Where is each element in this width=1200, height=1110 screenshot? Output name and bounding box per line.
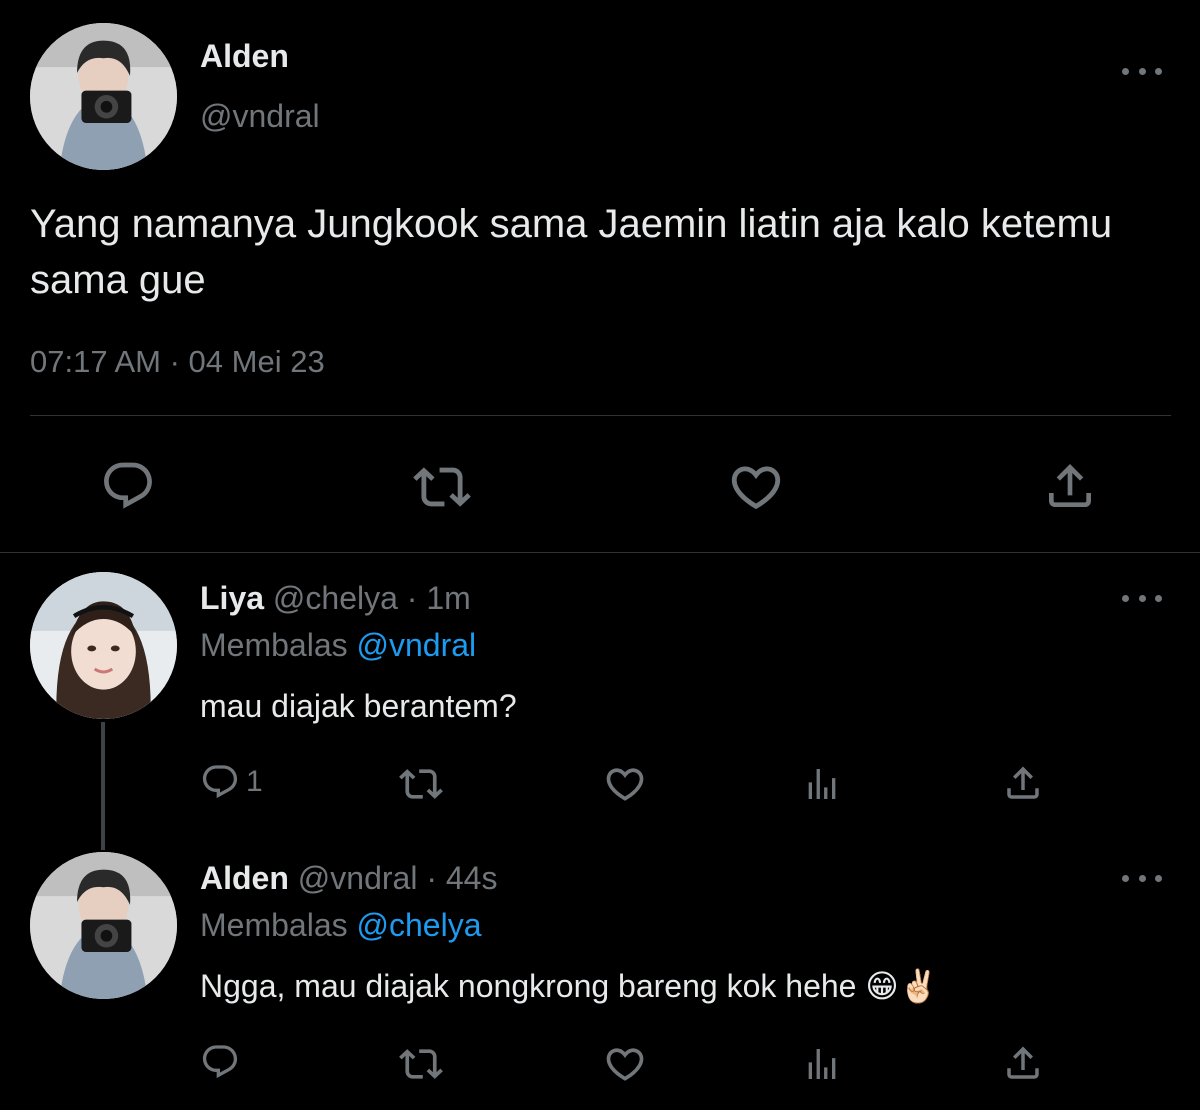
views-button[interactable] bbox=[802, 1044, 842, 1084]
tweet-time: 07:17 AM bbox=[30, 344, 161, 379]
retweet-icon bbox=[413, 458, 471, 516]
views-icon bbox=[802, 1044, 842, 1084]
reply-icon bbox=[100, 458, 156, 514]
like-button[interactable] bbox=[603, 1042, 647, 1086]
reply-icon bbox=[200, 1042, 240, 1082]
thread-connector bbox=[101, 722, 105, 850]
divider bbox=[30, 415, 1171, 416]
tweet-text: Yang namanya Jungkook sama Jaemin liatin… bbox=[30, 202, 1113, 302]
more-options-icon[interactable] bbox=[1122, 588, 1162, 608]
reply-author-name[interactable]: Liya bbox=[200, 580, 264, 616]
replying-to-mention[interactable]: @chelya bbox=[357, 907, 482, 943]
share-icon bbox=[1002, 1042, 1044, 1084]
avatar-photo-icon bbox=[30, 572, 177, 719]
reply-header: Alden @vndral · 44s bbox=[200, 860, 497, 897]
views-button[interactable] bbox=[802, 764, 842, 804]
reply-author-handle[interactable]: @chelya bbox=[273, 580, 398, 616]
share-icon bbox=[1002, 762, 1044, 804]
more-options-icon[interactable] bbox=[1122, 868, 1162, 888]
reply-time[interactable]: 44s bbox=[446, 860, 498, 896]
replying-to: Membalas @vndral bbox=[200, 627, 476, 664]
reply-header: Liya @chelya · 1m bbox=[200, 580, 471, 617]
reply-author-name[interactable]: Alden bbox=[200, 860, 289, 896]
tweet-date: 04 Mei 23 bbox=[188, 344, 325, 379]
meta-separator: · bbox=[160, 344, 189, 379]
author-handle[interactable]: @vndral bbox=[200, 98, 320, 135]
author-name[interactable]: Alden bbox=[200, 38, 289, 75]
reply-button[interactable]: 1 bbox=[200, 762, 263, 802]
reply-button[interactable] bbox=[100, 458, 156, 514]
like-icon bbox=[603, 1042, 647, 1086]
like-button[interactable] bbox=[603, 762, 647, 806]
avatar-photo-icon bbox=[30, 852, 177, 999]
replying-to: Membalas @chelya bbox=[200, 907, 481, 944]
replying-to-label: Membalas bbox=[200, 627, 348, 663]
avatar-alden-main[interactable] bbox=[30, 23, 177, 170]
avatar-alden-reply[interactable] bbox=[30, 852, 177, 999]
like-icon bbox=[727, 458, 785, 516]
retweet-button[interactable] bbox=[399, 1042, 443, 1086]
reply-text: mau diajak berantem? bbox=[200, 688, 517, 724]
reply-text: Ngga, mau diajak nongkrong bareng kok he… bbox=[200, 968, 939, 1004]
retweet-icon bbox=[399, 762, 443, 806]
like-icon bbox=[603, 762, 647, 806]
reply-separator: · bbox=[417, 860, 446, 896]
reply-separator: · bbox=[397, 580, 427, 616]
reply-count: 1 bbox=[246, 765, 263, 798]
like-button[interactable] bbox=[727, 458, 785, 516]
reply-author-handle[interactable]: @vndral bbox=[298, 860, 418, 896]
tweet-timestamp[interactable]: 07:17 AM · 04 Mei 23 bbox=[30, 344, 325, 380]
share-button[interactable] bbox=[1002, 1042, 1044, 1084]
retweet-button[interactable] bbox=[413, 458, 471, 516]
replying-to-label: Membalas bbox=[200, 907, 348, 943]
views-icon bbox=[802, 764, 842, 804]
reply-icon bbox=[200, 762, 240, 802]
replying-to-mention[interactable]: @vndral bbox=[357, 627, 477, 663]
avatar-photo-icon bbox=[30, 23, 177, 170]
more-options-icon[interactable] bbox=[1122, 61, 1162, 81]
share-button[interactable] bbox=[1002, 762, 1044, 804]
share-icon bbox=[1042, 458, 1098, 514]
avatar-liya[interactable] bbox=[30, 572, 177, 719]
reply-button[interactable] bbox=[200, 1042, 240, 1082]
share-button[interactable] bbox=[1042, 458, 1098, 514]
section-divider bbox=[0, 552, 1200, 553]
retweet-button[interactable] bbox=[399, 762, 443, 806]
reply-time[interactable]: 1m bbox=[426, 580, 470, 616]
retweet-icon bbox=[399, 1042, 443, 1086]
